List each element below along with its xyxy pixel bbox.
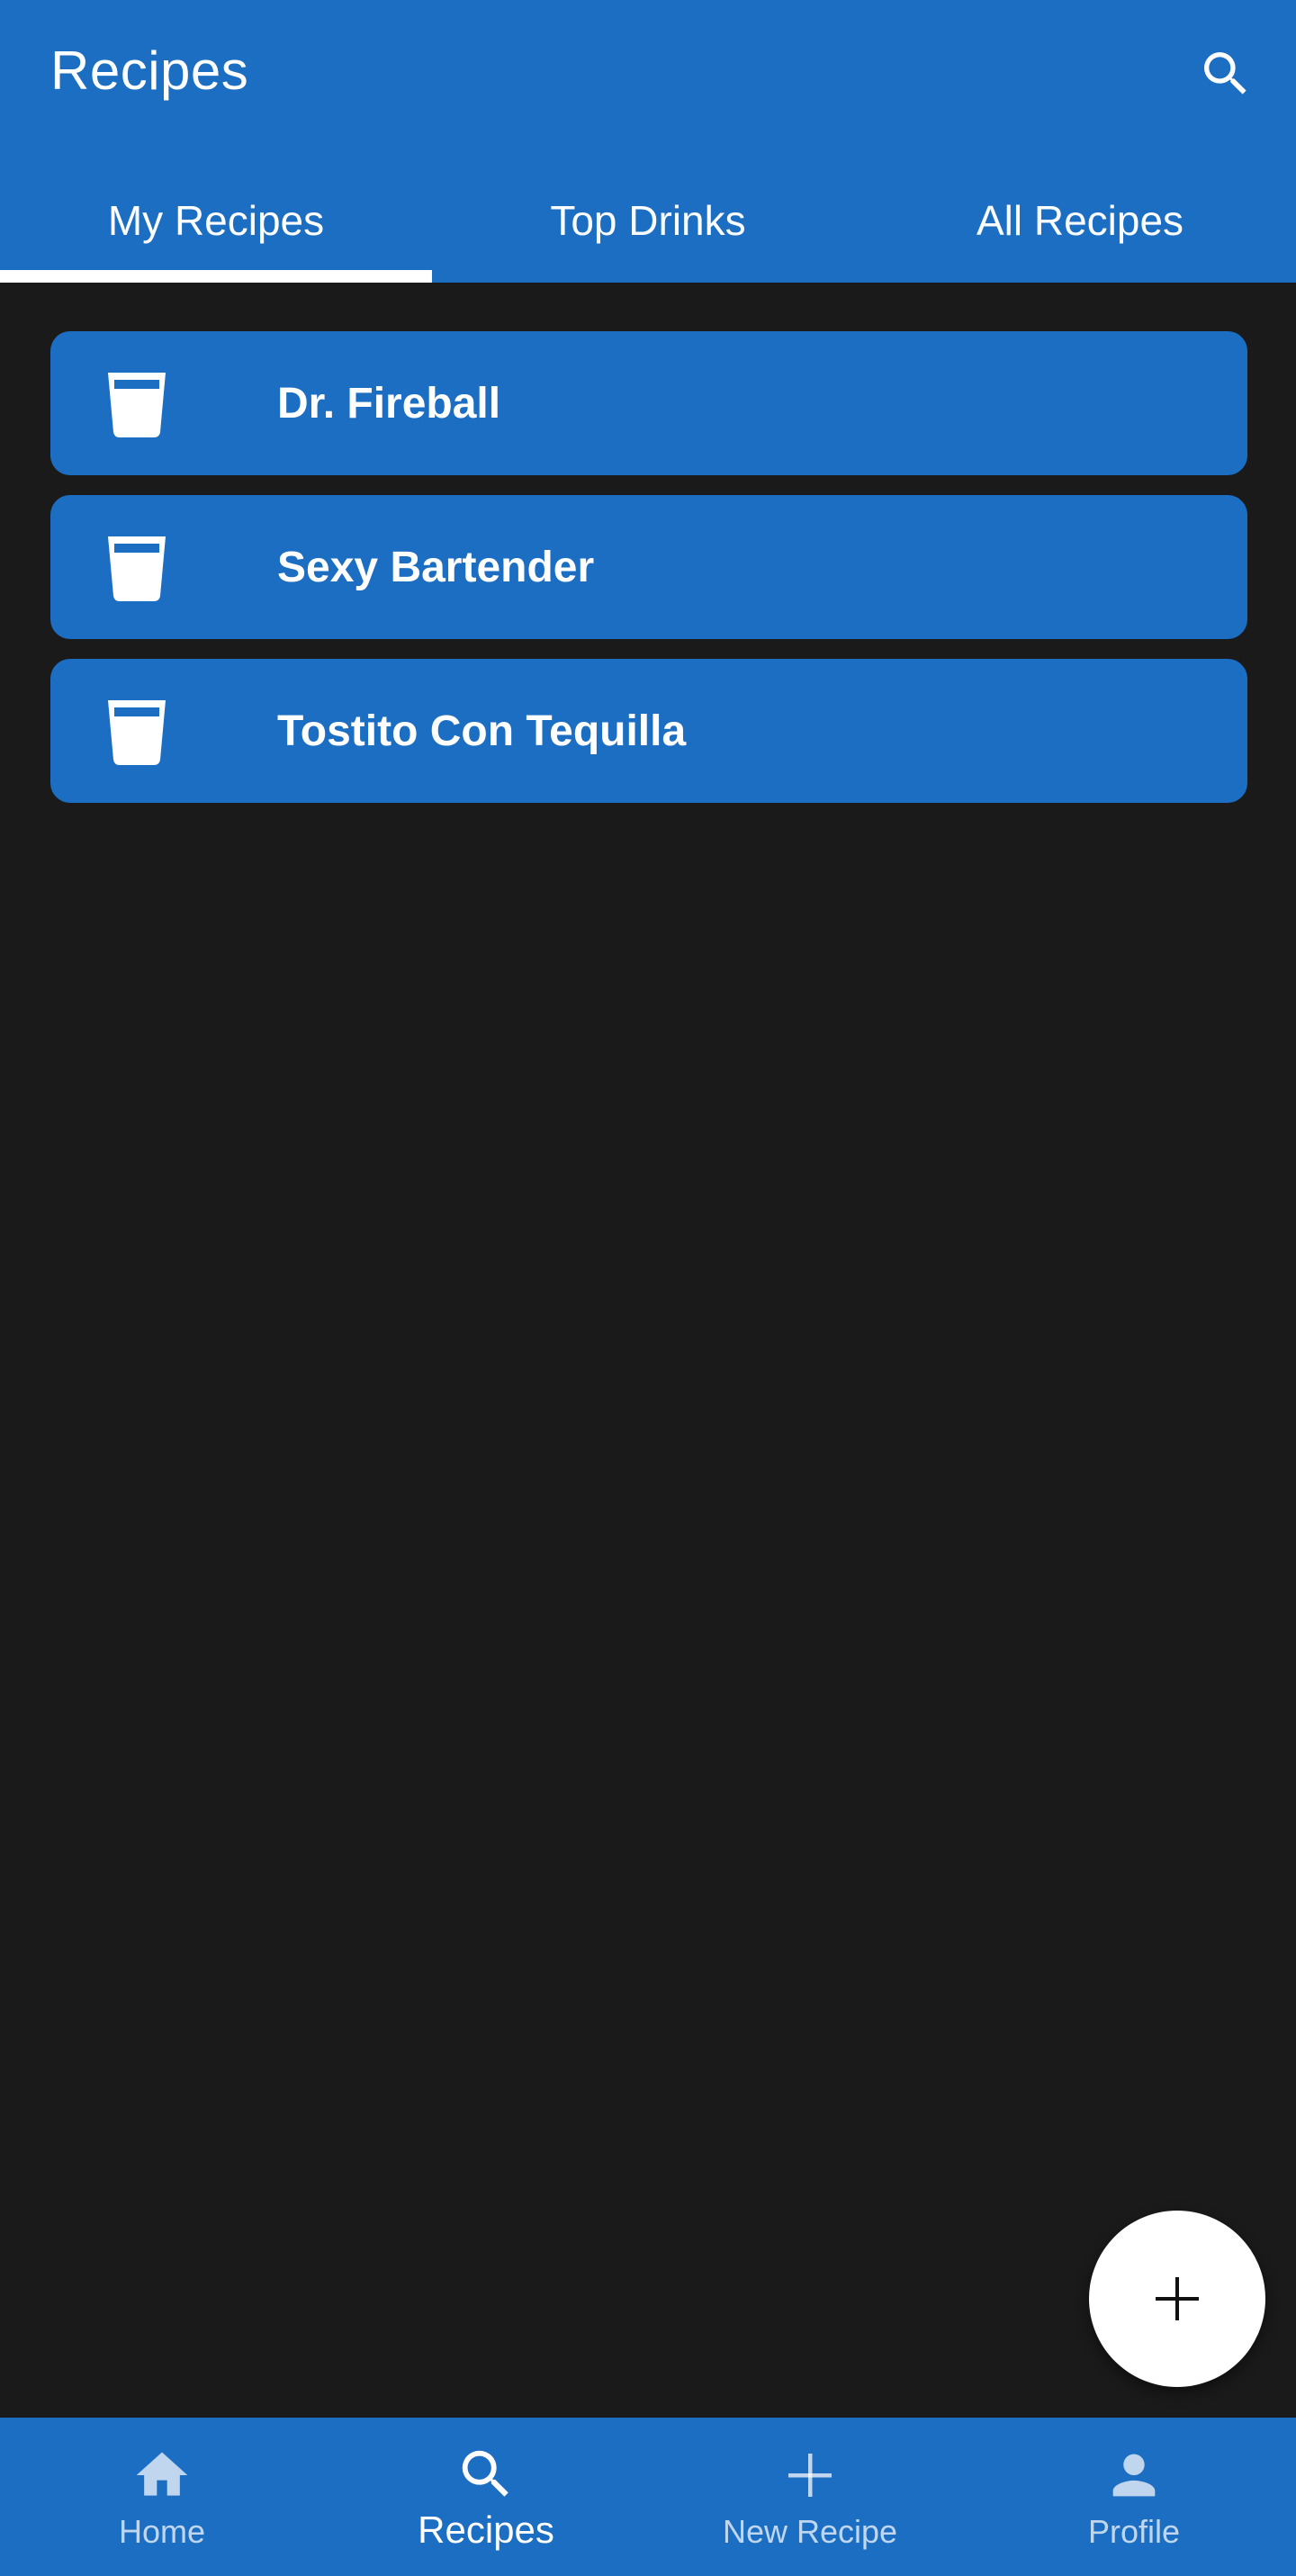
plus-icon [1156,2277,1199,2320]
nav-label: Recipes [418,2508,554,2551]
nav-label: New Recipe [722,2513,898,2550]
tab-bar: My Recipes Top Drinks All Recipes [0,158,1296,283]
search-icon [462,2450,508,2497]
recipe-name: Tostito Con Tequilla [277,707,687,755]
recipe-card[interactable]: Tostito Con Tequilla [50,659,1247,803]
recipe-name: Sexy Bartender [277,543,595,591]
recipe-card[interactable]: Dr. Fireball [50,331,1247,475]
nav-home[interactable]: Home [0,2418,324,2576]
recipe-name: Dr. Fireball [277,379,501,428]
nav-profile[interactable]: Profile [972,2418,1296,2576]
recipe-list: Dr. Fireball Sexy Bartender Tostito Con … [50,331,1247,803]
glass-icon [108,373,166,437]
nav-recipes[interactable]: Recipes [324,2418,648,2576]
search-icon [1204,52,1246,95]
active-tab-indicator [0,270,432,283]
app-bar: Recipes My Recipes Top Drinks All Recipe… [0,0,1296,283]
recipe-card[interactable]: Sexy Bartender [50,495,1247,639]
tab-all-recipes[interactable]: All Recipes [864,158,1296,283]
tab-label: My Recipes [107,197,325,244]
glass-icon [108,700,166,765]
tab-top-drinks[interactable]: Top Drinks [432,158,864,283]
page-title: Recipes [50,41,249,101]
nav-label: Profile [1087,2513,1181,2550]
nav-label: Home [118,2513,206,2550]
tab-label: Top Drinks [550,197,746,244]
tab-label: All Recipes [976,197,1184,244]
bottom-navigation: Home Recipes New Recipe Profile [0,2418,1296,2576]
add-recipe-fab[interactable] [1089,2211,1265,2387]
tab-my-recipes[interactable]: My Recipes [0,158,432,283]
person-icon [1112,2454,1156,2497]
search-button[interactable] [1192,40,1260,108]
nav-new-recipe[interactable]: New Recipe [648,2418,972,2576]
home-icon [136,2452,188,2496]
glass-icon [108,536,166,601]
plus-icon [788,2454,832,2497]
